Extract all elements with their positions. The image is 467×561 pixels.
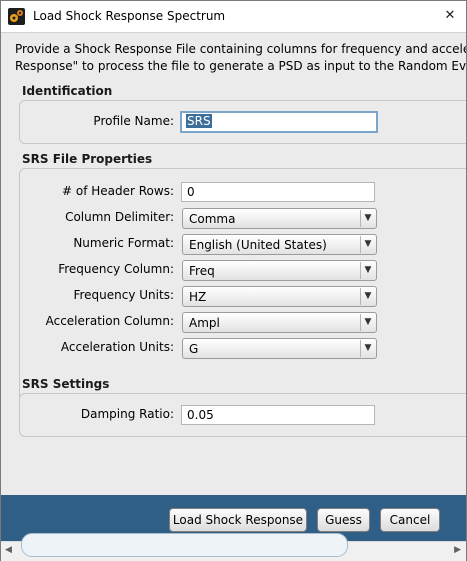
header-rows-label: # of Header Rows: xyxy=(61,184,174,198)
acceleration-units-label: Acceleration Units: xyxy=(60,340,174,354)
header-rows-input[interactable]: 0 xyxy=(181,182,375,202)
file-properties-section: # of Header Rows: 0 Column Delimiter: Co… xyxy=(19,168,466,402)
app-gears-icon xyxy=(8,8,25,25)
profile-name-input[interactable]: SRS xyxy=(180,111,378,133)
chevron-down-icon: ▼ xyxy=(360,210,375,227)
chevron-down-icon: ▼ xyxy=(360,340,375,357)
numeric-format-dropdown[interactable]: English (United States) ▼ xyxy=(182,234,377,255)
damping-ratio-input[interactable]: 0.05 xyxy=(181,405,375,425)
scrollbar-thumb[interactable] xyxy=(21,533,348,557)
intro-line-2: Response" to process the file to generat… xyxy=(15,59,466,73)
frequency-column-value: Freq xyxy=(189,264,215,278)
column-delimiter-dropdown[interactable]: Comma ▼ xyxy=(182,208,377,229)
settings-title: SRS Settings xyxy=(22,377,110,391)
cancel-button[interactable]: Cancel xyxy=(380,508,440,532)
identification-title: Identification xyxy=(22,84,113,98)
frequency-units-label: Frequency Units: xyxy=(73,288,174,302)
profile-name-value: SRS xyxy=(186,114,212,128)
intro-text: Provide a Shock Response File containing… xyxy=(15,41,466,75)
acceleration-column-value: Ampl xyxy=(189,316,220,330)
frequency-units-dropdown[interactable]: HZ ▼ xyxy=(182,286,377,307)
frequency-column-dropdown[interactable]: Freq ▼ xyxy=(182,260,377,281)
chevron-down-icon: ▼ xyxy=(360,236,375,253)
frequency-column-label: Frequency Column: xyxy=(58,262,174,276)
settings-section: Damping Ratio: 0.05 xyxy=(19,393,466,437)
dialog-window: Load Shock Response Spectrum ✕ Provide a… xyxy=(0,0,467,561)
title-bar[interactable]: Load Shock Response Spectrum ✕ xyxy=(1,1,466,32)
load-shock-response-button[interactable]: Load Shock Response xyxy=(169,508,307,532)
window-title: Load Shock Response Spectrum xyxy=(33,9,226,23)
damping-ratio-label: Damping Ratio: xyxy=(80,407,174,421)
numeric-format-label: Numeric Format: xyxy=(73,236,174,250)
acceleration-units-dropdown[interactable]: G ▼ xyxy=(182,338,377,359)
scroll-left-icon[interactable]: ◀ xyxy=(5,545,12,555)
column-delimiter-value: Comma xyxy=(189,212,236,226)
chevron-down-icon: ▼ xyxy=(360,262,375,279)
acceleration-column-dropdown[interactable]: Ampl ▼ xyxy=(182,312,377,333)
profile-name-label: Profile Name: xyxy=(93,114,174,128)
dialog-content: Provide a Shock Response File containing… xyxy=(1,32,466,496)
guess-button[interactable]: Guess xyxy=(317,508,370,532)
acceleration-column-label: Acceleration Column: xyxy=(45,314,174,328)
column-delimiter-label: Column Delimiter: xyxy=(65,210,174,224)
chevron-down-icon: ▼ xyxy=(360,288,375,305)
intro-line-1: Provide a Shock Response File containing… xyxy=(15,42,466,56)
horizontal-scrollbar[interactable]: ◀ ▶ xyxy=(1,533,466,561)
file-properties-title: SRS File Properties xyxy=(22,152,153,166)
frequency-units-value: HZ xyxy=(189,290,207,304)
identification-section: Profile Name: SRS xyxy=(19,100,466,144)
acceleration-units-value: G xyxy=(189,342,199,356)
close-icon[interactable]: ✕ xyxy=(437,4,463,28)
numeric-format-value: English (United States) xyxy=(189,238,327,252)
chevron-down-icon: ▼ xyxy=(360,314,375,331)
scroll-right-icon[interactable]: ▶ xyxy=(454,545,461,555)
